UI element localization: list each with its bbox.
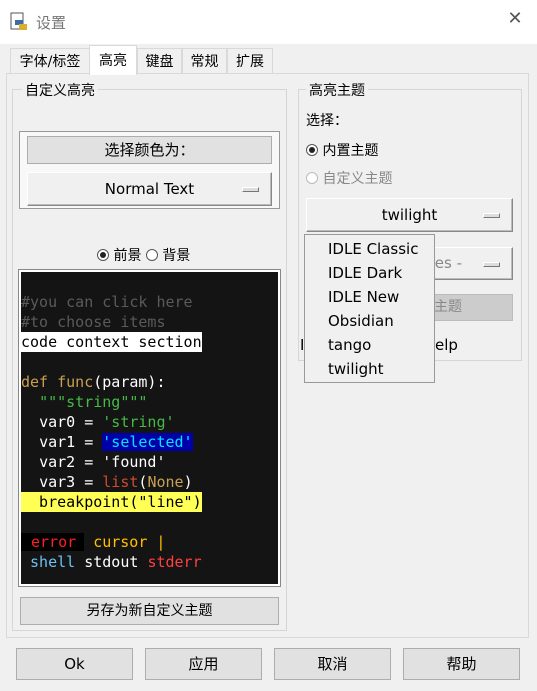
menu-item-tango[interactable]: tango	[305, 333, 434, 357]
sample-none[interactable]: None	[147, 473, 183, 491]
close-icon[interactable]: ✕	[503, 8, 527, 29]
sample-comment-2[interactable]: #to choose items	[21, 312, 278, 332]
menu-item-twilight[interactable]: twilight	[305, 357, 434, 381]
save-custom-theme-button[interactable]: 另存为新自定义主题	[20, 597, 279, 625]
dropdown-indicator-icon	[242, 187, 259, 192]
foreground-radio[interactable]	[97, 249, 109, 261]
help-button[interactable]: 帮助	[403, 648, 520, 680]
sample-error[interactable]: error	[21, 533, 85, 551]
sample-shell[interactable]: shell	[30, 553, 75, 571]
element-dropdown[interactable]: Normal Text	[27, 172, 272, 206]
sample-paren-close: )	[183, 473, 193, 491]
dropdown-indicator-icon	[483, 213, 500, 218]
builtin-theme-dropdown[interactable]: twilight	[306, 198, 513, 232]
menu-item-idle-classic[interactable]: IDLE Classic	[305, 237, 434, 261]
builtin-theme-radio[interactable]	[306, 144, 318, 156]
sample-var3[interactable]: var3 =	[39, 473, 102, 491]
sample-selected[interactable]: 'selected'	[102, 433, 193, 451]
tab-highlights[interactable]: 高亮	[89, 45, 137, 75]
dropdown-indicator-icon	[483, 261, 500, 267]
sample-definition[interactable]: func	[57, 373, 93, 391]
menu-item-idle-dark[interactable]: IDLE Dark	[305, 261, 434, 285]
sample-keyword[interactable]: def	[21, 373, 48, 391]
menu-item-obsidian[interactable]: Obsidian	[305, 309, 434, 333]
sample-comment-1[interactable]: #you can click here	[21, 292, 278, 312]
sample-var0[interactable]: var0 =	[39, 413, 102, 431]
highlight-theme-label: 高亮主题	[306, 80, 368, 100]
ok-button[interactable]: Ok	[16, 648, 133, 680]
fg-bg-radio-group: 前景 背景	[97, 245, 190, 265]
theme-dropdown-menu: IDLE Classic IDLE Dark IDLE New Obsidian…	[304, 234, 435, 383]
title-bar	[0, 0, 537, 44]
tab-general[interactable]: 常规	[182, 48, 227, 74]
sample-code-context[interactable]: code context section	[21, 332, 202, 352]
background-radio[interactable]	[145, 249, 158, 261]
foreground-label: 前景	[113, 248, 142, 264]
tab-extensions[interactable]: 扩展	[227, 48, 273, 74]
sample-var1[interactable]: var1 =	[39, 433, 102, 451]
custom-theme-radio[interactable]	[306, 172, 318, 184]
theme-note-end: elp	[435, 336, 458, 354]
cancel-button[interactable]: 取消	[274, 648, 391, 680]
sample-normal[interactable]: (param):	[93, 373, 165, 391]
sample-stderr[interactable]: stderr	[147, 553, 201, 571]
sample-string[interactable]: 'string'	[102, 413, 174, 431]
choose-color-button[interactable]: 选择颜色为：	[27, 136, 272, 164]
tab-fonts[interactable]: 字体/标签	[10, 48, 90, 74]
app-icon	[10, 12, 28, 32]
select-label: 选择：	[306, 113, 348, 129]
apply-button[interactable]: 应用	[145, 648, 262, 680]
builtin-theme-value: twilight	[381, 206, 438, 224]
sample-stdout[interactable]: stdout	[84, 553, 138, 571]
element-dropdown-value: Normal Text	[104, 180, 195, 198]
sample-breakpoint[interactable]: breakpoint("line")	[21, 492, 202, 512]
builtin-radio-row[interactable]: 内置主题	[306, 140, 378, 160]
builtin-theme-label: 内置主题	[322, 143, 379, 159]
sample-found[interactable]: var2 = 'found'	[39, 453, 165, 471]
sample-builtin[interactable]: list	[102, 473, 138, 491]
tab-keys[interactable]: 键盘	[137, 48, 182, 74]
custom-highlight-label: 自定义高亮	[22, 80, 98, 100]
window-title: 设置	[36, 14, 67, 32]
custom-radio-row[interactable]: 自定义主题	[306, 168, 392, 188]
custom-theme-label: 自定义主题	[322, 171, 393, 187]
sample-cursor[interactable]: cursor |	[93, 533, 165, 551]
menu-item-idle-new[interactable]: IDLE New	[305, 285, 434, 309]
background-label: 背景	[162, 248, 191, 264]
sample-docstring[interactable]: """string"""	[39, 393, 147, 411]
highlight-sample[interactable]: #you can click here #to choose items cod…	[18, 269, 281, 587]
